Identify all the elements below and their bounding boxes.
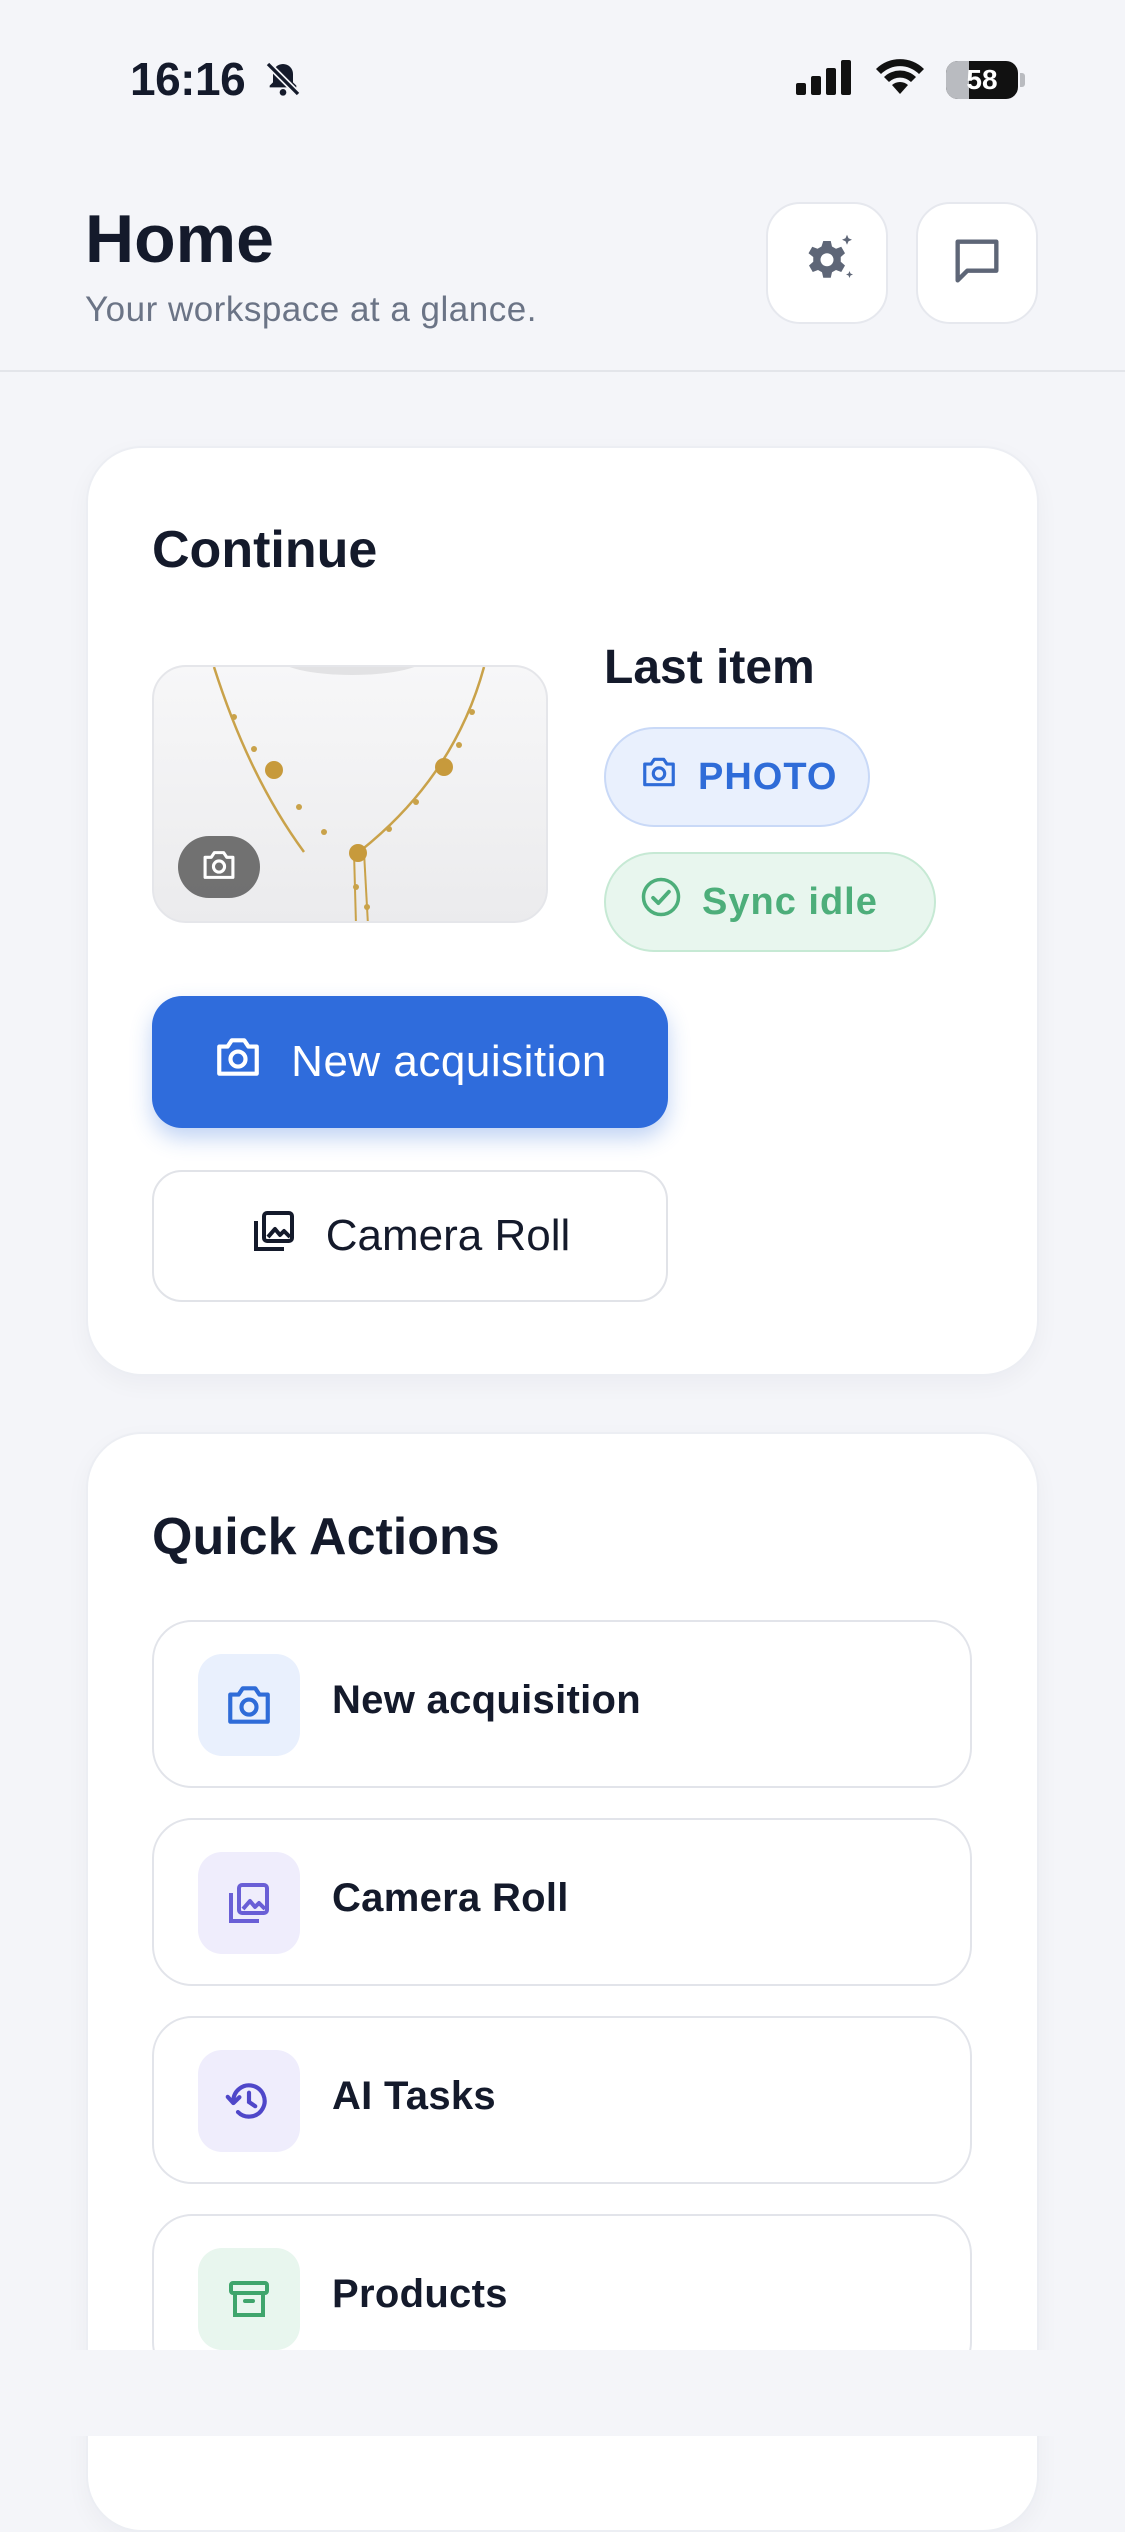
camera-roll-button[interactable]: Camera Roll xyxy=(152,1170,668,1302)
quick-action-label: Products xyxy=(332,2272,508,2316)
camera-icon xyxy=(640,754,678,800)
quick-action-label: Camera Roll xyxy=(332,1876,569,1920)
camera-roll-label: Camera Roll xyxy=(325,1211,571,1260)
thumbnail-camera-badge xyxy=(178,836,260,898)
continue-title: Continue xyxy=(152,521,378,579)
quick-action-ai-tasks[interactable]: AI Tasks xyxy=(152,2016,972,2184)
settings-button[interactable] xyxy=(766,202,888,324)
cellular-signal-icon xyxy=(796,59,854,100)
quick-actions-title: Quick Actions xyxy=(152,1508,500,1566)
type-badge-text: PHOTO xyxy=(698,755,838,798)
wifi-icon xyxy=(874,58,926,101)
bell-muted-icon xyxy=(263,56,303,110)
bottom-safe-area xyxy=(0,2350,1125,2436)
history-icon xyxy=(198,2050,300,2152)
sync-status-badge: Sync idle xyxy=(604,852,936,952)
status-time: 16:16 xyxy=(130,52,303,110)
messages-button[interactable] xyxy=(916,202,1038,324)
page-title: Home xyxy=(85,201,274,277)
status-time-text: 16:16 xyxy=(130,53,246,105)
status-indicators: 58 xyxy=(796,58,1025,101)
page-subtitle: Your workspace at a glance. xyxy=(85,290,537,329)
battery-icon: 58 xyxy=(946,60,1018,99)
quick-action-label: New acquisition xyxy=(332,1678,641,1722)
new-acquisition-button[interactable]: New acquisition xyxy=(152,996,668,1128)
quick-action-new-acquisition[interactable]: New acquisition xyxy=(152,1620,972,1788)
chat-bubble-icon xyxy=(948,232,1006,295)
quick-action-label: AI Tasks xyxy=(332,2074,496,2118)
type-badge: PHOTO xyxy=(604,727,870,827)
last-item-label: Last item xyxy=(604,641,815,694)
sync-status-text: Sync idle xyxy=(702,880,878,923)
photo-library-icon xyxy=(250,1207,298,1266)
gear-sparkle-icon xyxy=(797,231,857,296)
camera-icon xyxy=(200,848,238,887)
battery-level: 58 xyxy=(966,63,998,95)
quick-action-camera-roll[interactable]: Camera Roll xyxy=(152,1818,972,1986)
archive-box-icon xyxy=(198,2248,300,2350)
photo-library-icon xyxy=(198,1852,300,1954)
new-acquisition-label: New acquisition xyxy=(291,1037,607,1086)
camera-icon xyxy=(213,1034,263,1091)
camera-icon xyxy=(198,1654,300,1756)
header-divider xyxy=(0,370,1125,372)
check-circle-icon xyxy=(640,876,682,928)
battery-tip xyxy=(1020,72,1025,87)
